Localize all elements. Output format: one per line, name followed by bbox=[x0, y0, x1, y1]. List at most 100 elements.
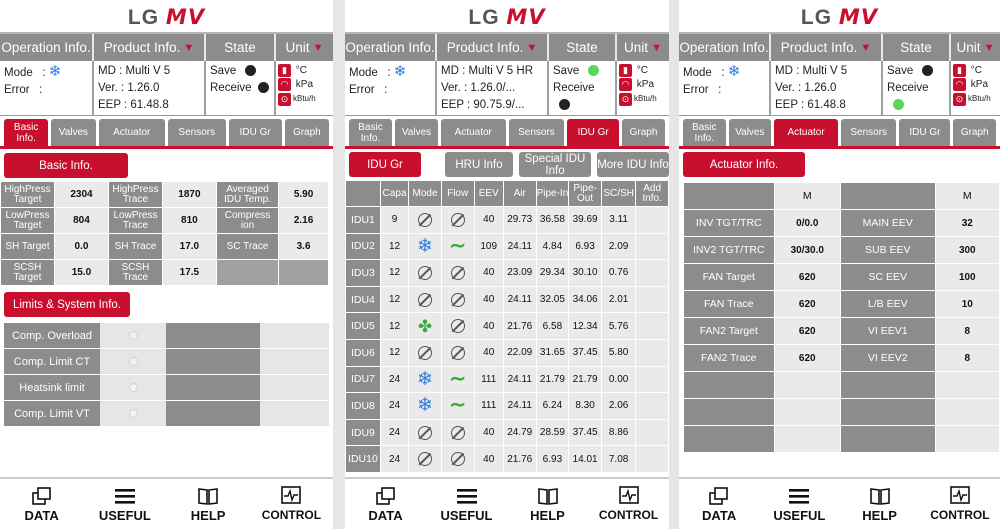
basic-info-button[interactable]: Basic Info. bbox=[4, 153, 128, 178]
idu-gr-button[interactable]: IDU Gr bbox=[349, 152, 421, 177]
tab-basic-info[interactable]: Basic Info. bbox=[4, 119, 49, 146]
idu-flow-cell bbox=[440, 338, 475, 367]
gauge-icon: ◠ bbox=[953, 78, 966, 92]
tab-sensors[interactable]: Sensors bbox=[167, 119, 226, 146]
tab-basic-info[interactable]: Basic Info. bbox=[349, 119, 392, 146]
dropdown-arrow-icon: ▼ bbox=[860, 41, 872, 54]
data-nav-button[interactable]: DATA bbox=[345, 479, 426, 529]
tab-idu-gr[interactable]: IDU Gr bbox=[567, 119, 619, 146]
unit-dropdown[interactable]: Unit ▼ bbox=[276, 34, 333, 61]
idu-scsh-value: 0.76 bbox=[600, 259, 637, 287]
product-info: MD : Multi V 5 Ver. : 1.26.0 EEP : 61.48.8 bbox=[94, 61, 206, 115]
idu-eev-value: 40 bbox=[473, 285, 504, 314]
idu-capa-value: 12 bbox=[379, 232, 410, 261]
tab-valves[interactable]: Valves bbox=[395, 119, 438, 146]
tab-valves[interactable]: Valves bbox=[728, 119, 772, 146]
special-idu-info-button[interactable]: Special IDU Info bbox=[519, 152, 591, 177]
data-nav-button[interactable]: DATA bbox=[0, 479, 83, 529]
tab-graph[interactable]: Graph bbox=[284, 119, 329, 146]
bottom-nav: DATA USEFUL HELP CONTROL bbox=[679, 477, 1000, 529]
idu-pout-value: 6.93 bbox=[568, 232, 602, 261]
help-nav-button[interactable]: HELP bbox=[167, 479, 250, 529]
idu-capa-value: 12 bbox=[379, 285, 410, 314]
useful-nav-button[interactable]: USEFUL bbox=[426, 479, 507, 529]
tab-sensors[interactable]: Sensors bbox=[508, 119, 565, 146]
basic-info-row: HighPress Target 2304 HighPress Trace 1870 A… bbox=[0, 181, 329, 208]
basic-info-value: 2.16 bbox=[278, 207, 329, 234]
off-icon bbox=[450, 319, 465, 334]
empty-cell bbox=[683, 398, 775, 426]
idu-add-info-cell bbox=[635, 365, 669, 394]
idu-add-info-cell bbox=[635, 418, 669, 447]
save-indicator bbox=[922, 65, 934, 77]
idu-row[interactable]: IDU10 24 40 21.76 6.93 14.01 7.08 bbox=[345, 445, 669, 473]
actuator-value: 620 bbox=[773, 290, 841, 318]
tab-graph[interactable]: Graph bbox=[622, 119, 665, 146]
idu-mode-cell bbox=[408, 338, 442, 367]
limit-row: Comp. Overload bbox=[4, 323, 329, 348]
control-nav-button[interactable]: CONTROL bbox=[588, 479, 669, 529]
idu-row[interactable]: IDU6 12 40 22.09 31.65 37.45 5.80 bbox=[345, 338, 669, 367]
actuator-row: FAN2 Trace 620 VI EEV2 8 bbox=[683, 344, 1000, 372]
idu-row[interactable]: IDU9 24 40 24.79 28.59 37.45 8.86 bbox=[345, 418, 669, 447]
idu-row[interactable]: IDU2 12 ❄ ∼ 109 24.11 4.84 6.93 2.09 bbox=[345, 232, 669, 261]
data-icon bbox=[709, 486, 728, 505]
idu-scsh-value: 2.01 bbox=[600, 285, 637, 314]
unit-dropdown[interactable]: Unit ▼ bbox=[951, 34, 1000, 61]
hru-info-button[interactable]: HRU Info bbox=[445, 152, 513, 177]
limits-system-info-button[interactable]: Limits & System Info. bbox=[4, 292, 130, 317]
help-nav-button[interactable]: HELP bbox=[840, 479, 920, 529]
thermometer-icon: ▮ bbox=[619, 64, 632, 77]
tab-basic-info[interactable]: Basic Info. bbox=[683, 119, 726, 146]
help-nav-button[interactable]: HELP bbox=[507, 479, 588, 529]
status-row: Mode : ❄ Error : MD : Multi V 5 Ver. : 1.… bbox=[0, 61, 333, 116]
basic-info-label: Compress ion bbox=[215, 207, 280, 234]
product-info-dropdown[interactable]: Product Info. ▼ bbox=[94, 34, 206, 61]
airflow-icon: ∼ bbox=[449, 367, 467, 390]
idu-row[interactable]: IDU8 24 ❄ ∼ 111 24.11 6.24 8.30 2.06 bbox=[345, 392, 669, 420]
control-nav-button[interactable]: CONTROL bbox=[920, 479, 1000, 529]
idu-mode-cell bbox=[408, 418, 442, 447]
idu-table: Capa Mode Flow EEV Air Pipe-In Pipe-Out SC/SH Ad… bbox=[345, 180, 669, 473]
idu-row[interactable]: IDU3 12 40 23.09 29.34 30.10 0.76 bbox=[345, 259, 669, 287]
basic-info-value: 804 bbox=[53, 207, 109, 234]
idu-add-info-cell bbox=[635, 392, 669, 420]
useful-nav-button[interactable]: USEFUL bbox=[759, 479, 839, 529]
tab-actuator[interactable]: Actuator bbox=[774, 119, 839, 146]
data-nav-button[interactable]: DATA bbox=[679, 479, 759, 529]
idu-row[interactable]: IDU7 24 ❄ ∼ 111 24.11 21.79 21.79 0.00 bbox=[345, 365, 669, 394]
idu-flow-cell bbox=[440, 259, 475, 287]
actuator-info-button[interactable]: Actuator Info. bbox=[683, 152, 805, 177]
unit-dropdown[interactable]: Unit ▼ bbox=[617, 34, 669, 61]
limit-label: Comp. Limit VT bbox=[4, 401, 100, 426]
idu-pout-value: 30.10 bbox=[568, 259, 602, 287]
idu-scsh-value: 2.06 bbox=[600, 392, 637, 420]
tab-idu-gr[interactable]: IDU Gr bbox=[899, 119, 951, 146]
product-info-dropdown[interactable]: Product Info. ▼ bbox=[437, 34, 549, 61]
header-bar: Operation Info. Product Info. ▼ State Uni… bbox=[0, 32, 333, 61]
basic-info-value: 17.0 bbox=[161, 233, 217, 260]
product-info-dropdown[interactable]: Product Info. ▼ bbox=[771, 34, 883, 61]
lg-mv-logo: LG MV bbox=[127, 5, 206, 29]
receive-indicator bbox=[893, 99, 904, 111]
tab-valves[interactable]: Valves bbox=[51, 119, 96, 146]
tab-graph[interactable]: Graph bbox=[953, 119, 997, 146]
tab-sensors[interactable]: Sensors bbox=[841, 119, 897, 146]
more-idu-info-button[interactable]: More IDU Info bbox=[597, 152, 669, 177]
off-icon bbox=[417, 265, 432, 280]
idu-pout-value: 14.01 bbox=[568, 445, 602, 473]
idu-row[interactable]: IDU4 12 40 24.11 32.05 34.06 2.01 bbox=[345, 285, 669, 314]
receive-indicator bbox=[257, 82, 269, 94]
tab-actuator[interactable]: Actuator bbox=[441, 119, 506, 146]
idu-row[interactable]: IDU5 12 ✤ 40 21.76 6.58 12.34 5.76 bbox=[345, 312, 669, 340]
basic-info-label: Averaged IDU Temp. bbox=[215, 181, 280, 208]
tab-actuator[interactable]: Actuator bbox=[98, 119, 165, 146]
tab-idu-gr[interactable]: IDU Gr bbox=[228, 119, 282, 146]
idu-flow-cell bbox=[440, 418, 475, 447]
basic-info-label: SH Trace bbox=[107, 233, 163, 260]
idu-row[interactable]: IDU1 9 40 29.73 36.58 39.69 3.11 bbox=[345, 206, 669, 234]
idu-column-header: Capa bbox=[379, 180, 410, 207]
idu-mode-cell bbox=[408, 206, 442, 234]
useful-nav-button[interactable]: USEFUL bbox=[83, 479, 166, 529]
control-nav-button[interactable]: CONTROL bbox=[250, 479, 333, 529]
